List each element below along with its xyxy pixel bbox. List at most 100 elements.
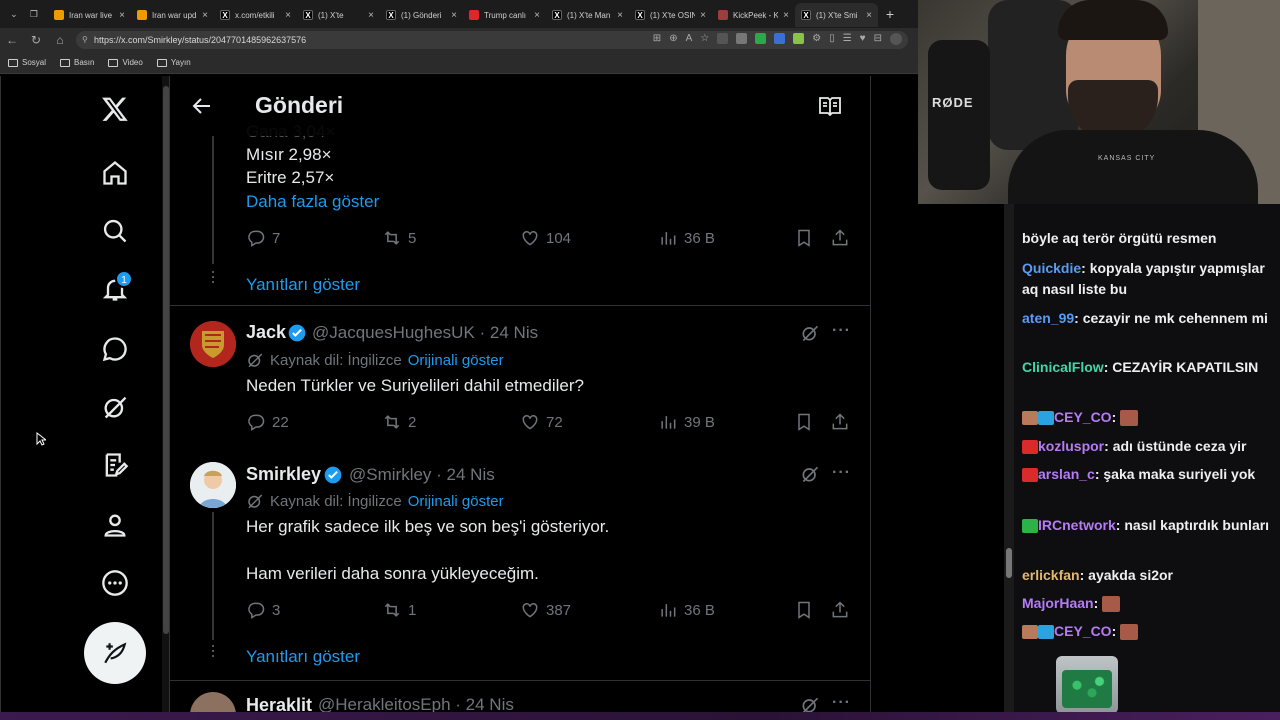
extension-icon-5[interactable] — [793, 33, 805, 44]
home-icon[interactable] — [98, 156, 132, 190]
more-icon[interactable]: ··· — [832, 322, 851, 340]
close-tab-icon[interactable]: × — [783, 10, 789, 21]
read-aloud-icon[interactable]: A — [686, 33, 693, 45]
more-icon[interactable]: ··· — [832, 694, 851, 712]
favorite-star-icon[interactable]: ☆ — [700, 33, 709, 45]
reader-mode-icon[interactable] — [818, 96, 842, 116]
chat-username[interactable]: IRCnetwork — [1038, 517, 1116, 533]
browser-tab[interactable]: X (1) Gönderi × — [380, 3, 463, 27]
profile-icon[interactable] — [98, 508, 132, 542]
avatar[interactable] — [190, 462, 236, 508]
reload-icon[interactable]: ↻ — [24, 33, 48, 47]
url-field[interactable]: ⚲ https://x.com/Smirkley/status/20477014… — [76, 31, 908, 49]
tweet1-handle[interactable]: @JacquesHughesUK · 24 Nis — [312, 323, 538, 343]
app-available-icon[interactable]: ⊞ — [653, 33, 661, 45]
page-scrollbar[interactable] — [1004, 204, 1014, 712]
browser-tab[interactable]: Xx.com/etkili × — [214, 3, 297, 27]
share-button[interactable] — [830, 228, 850, 248]
chat-username[interactable]: aten_99 — [1022, 310, 1074, 326]
grok-explain-icon[interactable] — [800, 464, 820, 484]
retweet-button[interactable]: 5 — [382, 228, 416, 248]
favorites-icon[interactable]: ☰ — [843, 33, 852, 45]
copilot-icon[interactable]: ♥ — [860, 33, 866, 45]
new-tab-button[interactable]: + — [878, 6, 902, 22]
post-date[interactable]: 24 Nis — [490, 323, 538, 342]
workspaces-icon[interactable]: ❐ — [30, 9, 38, 20]
extension-icon-3[interactable] — [755, 33, 767, 44]
post-date[interactable]: 24 Nis — [447, 465, 495, 484]
reply-button[interactable]: 3 — [246, 600, 280, 620]
browser-tab[interactable]: Iran war live × — [48, 3, 131, 27]
chat-username[interactable]: erlickfan — [1022, 567, 1080, 583]
show-replies-link[interactable]: Yanıtları göster — [246, 647, 360, 667]
page-scrollbar-thumb[interactable] — [1006, 548, 1012, 578]
chat-username[interactable]: Quickdie — [1022, 260, 1081, 276]
chat-username[interactable]: CEY_CO — [1054, 409, 1112, 425]
retweet-button[interactable]: 1 — [382, 600, 416, 620]
site-info-icon[interactable]: ⚲ — [82, 35, 88, 44]
verified-badge-icon[interactable] — [287, 323, 307, 343]
browser-tab[interactable]: Trump canlı × — [463, 3, 546, 27]
extension-icon-4[interactable] — [774, 33, 786, 44]
messages-icon[interactable] — [98, 332, 132, 366]
split-screen-icon[interactable]: ▯ — [829, 33, 835, 45]
search-icon[interactable] — [98, 214, 132, 248]
views-button[interactable]: 39 B — [658, 412, 715, 432]
chat-username[interactable]: kozluspor — [1038, 438, 1104, 454]
browser-tab[interactable]: X (1) X'te Smi × — [795, 3, 878, 27]
lists-icon[interactable] — [98, 448, 132, 482]
back-arrow-icon[interactable] — [190, 94, 214, 118]
browser-tab[interactable]: X (1) X'te Man × — [546, 3, 629, 27]
bookmark-button[interactable] — [794, 228, 814, 248]
chat-username[interactable]: CEY_CO — [1054, 623, 1112, 639]
chat-username[interactable]: arslan_c — [1038, 466, 1095, 482]
grok-icon[interactable] — [98, 390, 132, 424]
browser-tab[interactable]: X (1) X'te × — [297, 3, 380, 27]
browser-tab[interactable]: Iran war upd × — [131, 3, 214, 27]
bookmark-folder-basin[interactable]: Basın — [60, 58, 94, 67]
browser-tab[interactable]: KickPeek - K × — [712, 3, 795, 27]
bookmark-folder-video[interactable]: Video — [108, 58, 143, 67]
more-options-icon[interactable] — [98, 566, 132, 600]
views-button[interactable]: 36 B — [658, 600, 715, 620]
bookmark-button[interactable] — [794, 600, 814, 620]
extension-icon-2[interactable] — [736, 33, 748, 44]
home-icon[interactable]: ⌂ — [48, 33, 72, 47]
close-tab-icon[interactable]: × — [866, 10, 872, 21]
extension-icon-1[interactable] — [717, 33, 729, 44]
show-original-link[interactable]: Orijinali göster — [408, 352, 504, 369]
like-button[interactable]: 72 — [520, 412, 563, 432]
chat-username[interactable]: ClinicalFlow — [1022, 359, 1104, 375]
retweet-button[interactable]: 2 — [382, 412, 416, 432]
grok-explain-icon[interactable] — [800, 323, 820, 343]
tweet1-display-name[interactable]: Jack — [246, 322, 286, 343]
extensions-icon[interactable]: ⚙ — [812, 33, 821, 45]
bookmark-folder-yayin[interactable]: Yayın — [156, 58, 191, 67]
close-tab-icon[interactable]: × — [534, 10, 540, 21]
like-button[interactable]: 104 — [520, 228, 571, 248]
close-tab-icon[interactable]: × — [451, 10, 457, 21]
avatar[interactable] — [190, 321, 236, 367]
x-logo-icon[interactable] — [98, 92, 132, 126]
close-tab-icon[interactable]: × — [617, 10, 623, 21]
verified-badge-icon[interactable] — [323, 465, 343, 485]
share-button[interactable] — [830, 600, 850, 620]
share-button[interactable] — [830, 412, 850, 432]
tweet2-display-name[interactable]: Smirkley — [246, 464, 321, 485]
close-tab-icon[interactable]: × — [202, 10, 208, 21]
show-replies-link[interactable]: Yanıtları göster — [246, 275, 360, 295]
show-original-link[interactable]: Orijinali göster — [408, 493, 504, 510]
close-tab-icon[interactable]: × — [700, 10, 706, 21]
collections-icon[interactable]: ⊟ — [874, 33, 882, 45]
tab-list-icon[interactable]: ⌄ — [10, 9, 18, 20]
bookmark-button[interactable] — [794, 412, 814, 432]
profile-avatar-icon[interactable] — [890, 33, 902, 45]
close-tab-icon[interactable]: × — [368, 10, 374, 21]
close-tab-icon[interactable]: × — [119, 10, 125, 21]
views-button[interactable]: 36 B — [658, 228, 715, 248]
close-tab-icon[interactable]: × — [285, 10, 291, 21]
reply-button[interactable]: 22 — [246, 412, 289, 432]
more-icon[interactable]: ··· — [832, 464, 851, 482]
chat-username[interactable]: MajorHaan — [1022, 595, 1094, 611]
back-nav-icon[interactable]: ← — [0, 33, 24, 47]
